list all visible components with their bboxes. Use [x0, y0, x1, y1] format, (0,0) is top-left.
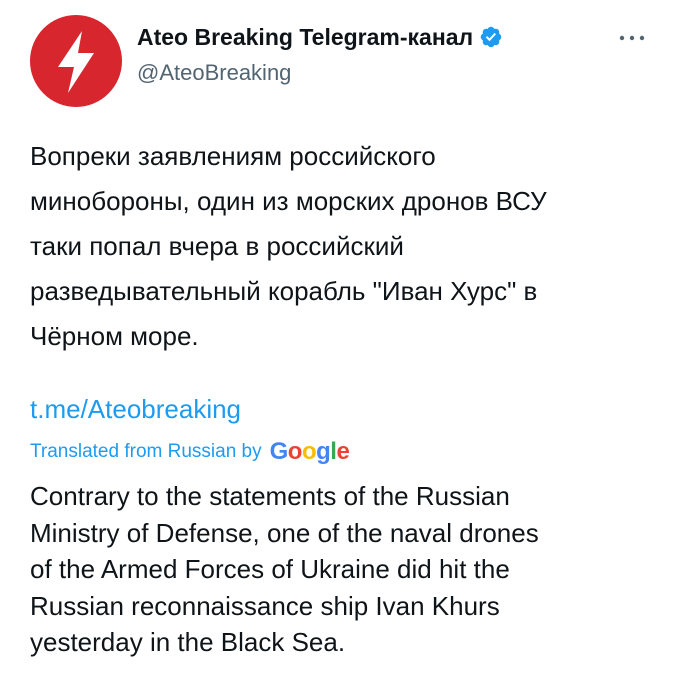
name-row: Ateo Breaking Telegram-канал — [137, 20, 503, 54]
translated-text-line: yesterday in the Black Sea. — [30, 627, 346, 657]
avatar[interactable] — [30, 15, 122, 107]
more-options-button[interactable] — [614, 26, 650, 50]
translated-text-line: Ministry of Defense, one of the naval dr… — [30, 517, 539, 548]
tweet-text-line: минобороны, один из морских дронов ВСУ — [30, 186, 547, 216]
tweet-text: Вопреки заявлениям российского миноборон… — [30, 134, 660, 359]
google-logo: Google — [270, 438, 350, 466]
google-logo-letter: g — [316, 438, 331, 465]
author-block: Ateo Breaking Telegram-канал @AteoBreaki… — [137, 20, 503, 86]
translated-text-line: of the Armed Forces of Ukraine did hit t… — [30, 554, 510, 584]
translated-text-line: Contrary to the statements of the Russia… — [30, 481, 510, 511]
tweet-card: Ateo Breaking Telegram-канал @AteoBreaki… — [0, 0, 680, 680]
telegram-link[interactable]: t.me/Ateobreaking — [30, 387, 241, 432]
tweet-text-line: таки попал вчера в российский — [30, 231, 404, 261]
translation-label: Translated from Russian by — [30, 441, 262, 462]
tweet-text-line: разведывательный корабль "Иван Хурс" в — [30, 276, 538, 306]
verified-badge-icon — [480, 26, 502, 48]
user-handle[interactable]: @AteoBreaking — [137, 60, 503, 86]
translated-text: Contrary to the statements of the Russia… — [30, 478, 670, 661]
tweet-text-line: Чёрном море. — [30, 321, 199, 351]
google-logo-letter: G — [269, 438, 289, 465]
translated-text-line: Russian reconnaissance ship Ivan Khurs — [30, 590, 500, 621]
google-logo-letter: e — [336, 438, 350, 465]
display-name[interactable]: Ateo Breaking Telegram-канал — [137, 24, 473, 51]
tweet-text-line: Вопреки заявлениям российского — [30, 141, 436, 171]
more-options-icon — [619, 35, 645, 41]
lightning-bolt-icon — [58, 31, 94, 93]
google-logo-letter: o — [287, 438, 303, 465]
translation-attribution[interactable]: Translated from Russian by Google — [30, 438, 350, 466]
google-logo-letter: o — [301, 438, 317, 465]
